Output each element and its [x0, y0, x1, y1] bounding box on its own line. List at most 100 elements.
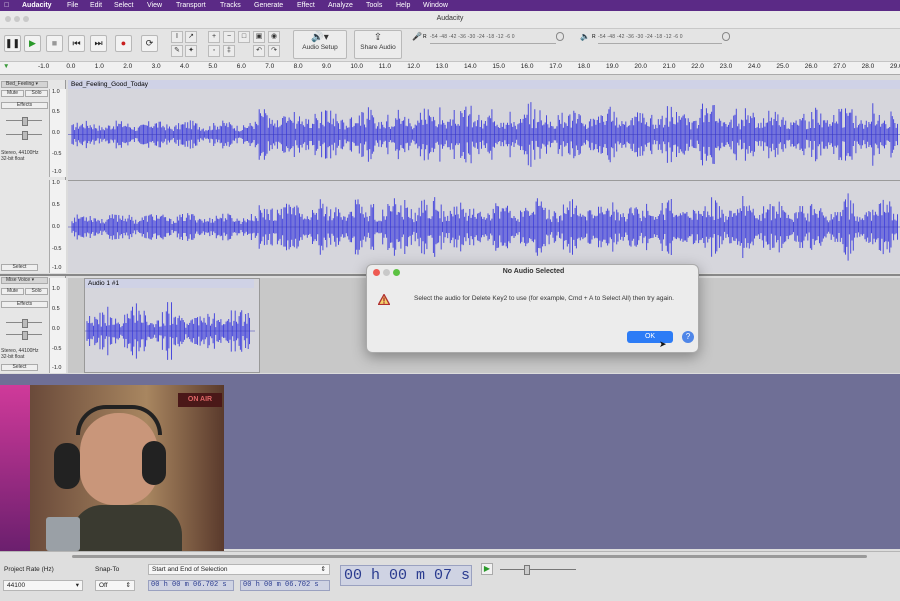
undo-button[interactable]: ↶ [253, 45, 265, 57]
solo-button-1[interactable]: Solo [25, 90, 48, 97]
selection-start-time[interactable]: 00 h 00 m 06.702 s [148, 580, 234, 591]
waveform-2[interactable] [85, 289, 255, 373]
snap-to-select[interactable]: Off ⇕ [95, 580, 135, 591]
mute-button-1[interactable]: Mute [1, 90, 24, 97]
skip-to-end-button[interactable]: ⏭ [90, 35, 107, 52]
fit-selection-button[interactable]: □ [238, 31, 250, 43]
trim-icon: ◦ [212, 47, 216, 54]
effects-button-1[interactable]: Effects [1, 102, 48, 109]
zoom-in-button[interactable]: + [208, 31, 220, 43]
play-speed-handle[interactable] [524, 565, 530, 575]
clip-audio-1[interactable]: Audio 1 #1 [84, 278, 260, 373]
silence-button[interactable]: ‡ [223, 45, 235, 57]
draw-tool[interactable]: ✎ [171, 45, 183, 57]
on-air-sign: ON AIR [178, 393, 222, 407]
record-button[interactable]: ● [115, 35, 132, 52]
loop-button[interactable]: ⟳ [141, 35, 158, 52]
menu-analyze[interactable]: Analyze [328, 0, 353, 11]
menu-select[interactable]: Select [114, 0, 133, 11]
menu-tools[interactable]: Tools [366, 0, 382, 11]
menu-view[interactable]: View [147, 0, 162, 11]
stop-button[interactable]: ■ [46, 35, 63, 52]
audio-position-display[interactable]: 00 h 00 m 07 s [340, 565, 472, 586]
trim-button[interactable]: ◦ [208, 45, 220, 57]
clip-title-1[interactable]: Bed_Feeling_Good_Today [68, 80, 900, 89]
playback-meter[interactable]: -54 -48 -42 -36 -30 -24 -18 -12 -6 0 [598, 32, 722, 44]
ruler-tick-label: 20.0 [634, 63, 648, 70]
menu-app-audacity[interactable]: Audacity [22, 0, 52, 11]
menu-edit[interactable]: Edit [90, 0, 102, 11]
ruler-tick-label: 15.0 [492, 63, 506, 70]
chevron-down-icon: ▾ [75, 582, 79, 589]
gain-slider-handle-2[interactable] [22, 319, 28, 328]
gain-slider-handle-1[interactable] [22, 117, 28, 126]
record-meter[interactable]: -54 -48 -42 -36 -30 -24 -18 -12 -6 0 [430, 32, 556, 44]
select-track-button-2[interactable]: Select [1, 364, 38, 371]
ruler-tick-label: 23.0 [719, 63, 733, 70]
effects-button-2[interactable]: Effects [1, 301, 48, 308]
solo-button-2[interactable]: Solo [25, 288, 48, 295]
pan-slider-handle-1[interactable] [22, 131, 28, 140]
mute-button-2[interactable]: Mute [1, 288, 24, 295]
share-audio-button[interactable]: ⇪ Share Audio [354, 30, 402, 59]
scale-label: -1.0 [52, 365, 62, 371]
zoom-out-button[interactable]: − [223, 31, 235, 43]
play-at-speed-button[interactable]: ▶ [481, 563, 493, 575]
play-icon: ▶ [29, 38, 36, 48]
menu-transport[interactable]: Transport [176, 0, 206, 11]
waveform-1-left[interactable] [68, 89, 900, 180]
menu-effect[interactable]: Effect [297, 0, 315, 11]
help-button[interactable]: ? [682, 331, 694, 343]
dialog-title: No Audio Selected [502, 268, 565, 275]
menu-tracks[interactable]: Tracks [220, 0, 241, 11]
playback-meter-handle[interactable] [722, 32, 730, 41]
menu-window[interactable]: Window [423, 0, 448, 11]
fit-project-button[interactable]: ▣ [253, 31, 265, 43]
selection-mode-value: Start and End of Selection [152, 566, 228, 573]
menu-help[interactable]: Help [396, 0, 410, 11]
scale-label: -1.0 [52, 265, 62, 271]
record-icon: ● [120, 38, 127, 48]
ruler-tick-label: 21.0 [662, 63, 676, 70]
ruler-tick-label: 29.0 [890, 63, 900, 70]
pause-button[interactable]: ❚❚ [4, 35, 21, 52]
ibeam-icon: I [176, 33, 178, 40]
skip-to-start-button[interactable]: ⏮ [68, 35, 85, 52]
share-audio-label: Share Audio [360, 44, 396, 51]
horizontal-scrollbar[interactable] [72, 555, 867, 558]
person-shirt [72, 505, 182, 551]
zoom-in-icon: + [211, 33, 217, 40]
menu-generate[interactable]: Generate [254, 0, 283, 11]
chevron-updown-icon: ⇕ [125, 582, 131, 589]
timeline-ruler[interactable]: ▼ -1.0 0.0 1.0 2.0 3.0 4.0 5.0 6.0 7.0 8.0 9.0 10.0… [0, 62, 900, 75]
multi-tool[interactable]: ✦ [185, 45, 197, 57]
redo-button[interactable]: ↷ [268, 45, 280, 57]
ruler-tick-label: 22.0 [691, 63, 704, 70]
selection-mode-select[interactable]: Start and End of Selection ⇕ [148, 564, 330, 575]
ruler-tick-label: 28.0 [861, 63, 875, 70]
pan-slider-handle-2[interactable] [22, 331, 28, 340]
track-name-menu-2[interactable]: Mise Voice ▾ [1, 277, 48, 284]
multi-tool-icon: ✦ [188, 47, 194, 54]
scale-label: -0.5 [52, 346, 62, 352]
apple-icon[interactable]:  [4, 0, 9, 11]
record-meter-handle[interactable] [556, 32, 564, 41]
ruler-tick-label: 11.0 [378, 63, 391, 70]
menu-file[interactable]: File [67, 0, 78, 11]
selection-tool[interactable]: I [171, 31, 183, 43]
waveform-1-right[interactable] [68, 181, 900, 273]
zoom-toggle-button[interactable]: ◉ [268, 31, 280, 43]
ruler-tick-label: 1.0 [94, 63, 104, 70]
play-button[interactable]: ▶ [24, 35, 41, 52]
audio-setup-button[interactable]: 🔊▾ Audio Setup [293, 30, 347, 59]
project-rate-select[interactable]: 44100 ▾ [3, 580, 83, 591]
amplitude-scale-1a: 1.0 0.5 0.0 -0.5 -1.0 [49, 89, 66, 177]
selection-end-time[interactable]: 00 h 00 m 06.702 s [240, 580, 330, 591]
ruler-tick-label: 24.0 [748, 63, 761, 70]
track-name-menu-1[interactable]: Bed_Feeling ▾ [1, 81, 48, 88]
envelope-tool[interactable]: ↗ [185, 31, 197, 43]
select-track-button-1[interactable]: Select [1, 264, 38, 271]
ruler-tick-label: 12.0 [407, 63, 420, 70]
clip-title-2[interactable]: Audio 1 #1 [85, 279, 254, 288]
play-speed-slider[interactable] [500, 569, 576, 570]
